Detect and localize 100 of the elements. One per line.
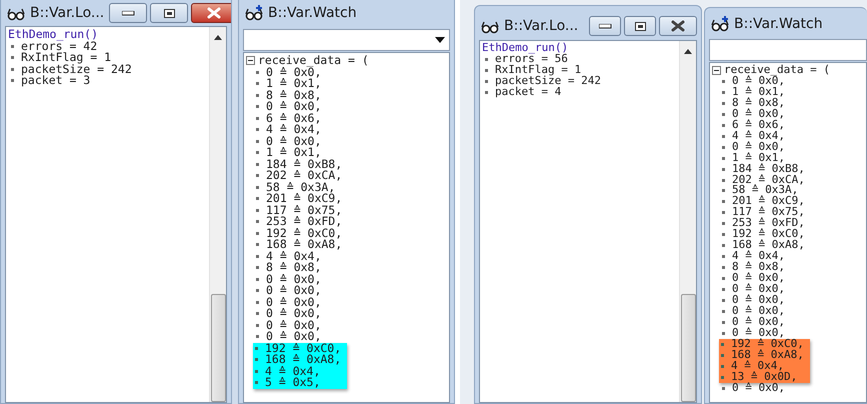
scrollbar-thumb[interactable]: [210, 294, 226, 402]
array-element: 1 ≙ 0x1,: [732, 152, 785, 164]
variable-value: RxIntFlag = 1: [495, 64, 582, 76]
bullet-icon: [256, 335, 259, 338]
bullet-icon: [722, 146, 725, 149]
array-element: 202 ≙ 0xCA,: [732, 174, 805, 186]
bullet-icon: [255, 346, 258, 350]
array-element: 0 ≙ 0x0,: [732, 108, 785, 120]
bullet-icon: [256, 197, 259, 200]
maximize-button[interactable]: [624, 16, 656, 36]
array-element: 0 ≙ 0x0,: [732, 284, 785, 296]
scrollbar[interactable]: [679, 41, 696, 402]
expression-field[interactable]: [709, 39, 867, 61]
bullet-icon: [722, 298, 725, 302]
dropdown-arrow-icon[interactable]: [435, 37, 445, 43]
expression-field[interactable]: [243, 29, 450, 51]
expression-name: receive_data = (: [258, 55, 369, 66]
collapse-icon[interactable]: [246, 56, 255, 66]
bullet-icon: [256, 174, 259, 178]
bullet-icon: [256, 186, 259, 189]
close-icon: [671, 20, 685, 32]
bullet-icon: [722, 80, 725, 83]
bullet-icon: [722, 211, 725, 214]
array-element: 168 ≙ 0xA8,: [732, 240, 805, 252]
bullet-icon: [722, 255, 725, 258]
array-element: 0 ≙ 0x0,: [266, 296, 322, 308]
bullet-icon: [256, 278, 259, 281]
array-element: 168 ≙ 0xA8,: [266, 239, 342, 250]
minimize-icon: [122, 10, 135, 16]
array-element: 192 ≙ 0xC0,: [266, 228, 342, 239]
bullet-icon: [255, 370, 258, 373]
array-element: 184 ≙ 0xB8,: [732, 164, 805, 175]
bullet-icon: [256, 266, 259, 270]
bullet-icon: [255, 358, 258, 362]
array-element: 58 ≙ 0x3A,: [732, 185, 798, 196]
scrollbar-thumb[interactable]: [680, 294, 696, 402]
array-element: 4 ≙ 0x4,: [265, 366, 320, 377]
array-element: 5 ≙ 0x5,: [265, 377, 320, 388]
array-element: 201 ≙ 0xC9,: [266, 193, 342, 204]
window-title: B::Var.Watch: [268, 4, 357, 22]
bullet-icon: [11, 56, 14, 60]
bullet-icon: [485, 80, 488, 83]
array-element: 1 ≙ 0x1,: [732, 86, 785, 98]
bullet-icon: [721, 364, 724, 368]
array-element: 0 ≙ 0x0,: [266, 136, 322, 147]
array-element: 0 ≙ 0x0,: [266, 308, 322, 320]
bullet-icon: [256, 116, 259, 120]
collapse-icon[interactable]: [712, 66, 721, 75]
bullet-icon: [256, 289, 259, 292]
bullet-icon: [256, 94, 259, 97]
bullet-icon: [256, 105, 259, 108]
close-icon: [207, 7, 222, 19]
bullet-icon: [256, 140, 259, 143]
maximize-button[interactable]: [150, 3, 188, 23]
bullet-icon: [485, 90, 488, 94]
bullet-icon: [255, 381, 258, 384]
array-element: 117 ≙ 0x75,: [266, 204, 342, 216]
array-element: 0 ≙ 0x0,: [266, 285, 322, 296]
array-element: 4 ≙ 0x4,: [732, 130, 785, 142]
bullet-icon: [256, 300, 259, 304]
array-element: 4 ≙ 0x4,: [266, 124, 322, 136]
variable-value: packetSize = 242: [495, 76, 601, 87]
array-element: 0 ≙ 0x0,: [732, 295, 785, 306]
bullet-icon: [256, 243, 259, 246]
bullet-icon: [722, 266, 725, 270]
array-element: 192 ≙ 0xC0,: [732, 229, 805, 240]
array-element: 192 ≙ 0xC0,: [265, 342, 342, 354]
bullet-icon: [721, 342, 724, 346]
bullet-icon: [722, 222, 725, 226]
bullet-icon: [722, 102, 725, 105]
array-element: 0 ≙ 0x0,: [266, 320, 322, 331]
close-button[interactable]: [659, 16, 697, 36]
array-element: 8 ≙ 0x8,: [732, 262, 785, 274]
minimize-icon: [598, 24, 612, 28]
scrollbar[interactable]: [209, 27, 226, 402]
bullet-icon: [721, 376, 724, 379]
array-element: 253 ≙ 0xFD,: [266, 216, 342, 228]
minimize-button[interactable]: [589, 16, 621, 36]
bullet-icon: [721, 354, 724, 357]
array-element: 184 ≙ 0xB8,: [266, 158, 342, 170]
bullet-icon: [256, 70, 259, 74]
minimize-button[interactable]: [109, 3, 148, 23]
array-element: 192 ≙ 0xC0,: [731, 338, 804, 350]
array-element: 168 ≙ 0xA8,: [731, 350, 804, 361]
variable-value: packetSize = 242: [21, 64, 132, 75]
bullet-icon: [256, 82, 259, 86]
bullet-icon: [256, 151, 259, 154]
bullet-icon: [722, 310, 725, 313]
bullet-icon: [256, 312, 259, 316]
close-button[interactable]: [191, 3, 231, 23]
bullet-icon: [722, 124, 725, 127]
scroll-up-icon[interactable]: [214, 35, 222, 40]
glasses-plus-icon: [245, 5, 263, 21]
bullet-icon: [722, 112, 725, 116]
array-element: 0 ≙ 0x0,: [732, 142, 785, 153]
function-name: EthDemo_run(): [482, 43, 570, 54]
bullet-icon: [256, 128, 259, 132]
bullet-icon: [722, 134, 725, 138]
bullet-icon: [722, 90, 725, 94]
scroll-up-icon[interactable]: [684, 49, 692, 54]
